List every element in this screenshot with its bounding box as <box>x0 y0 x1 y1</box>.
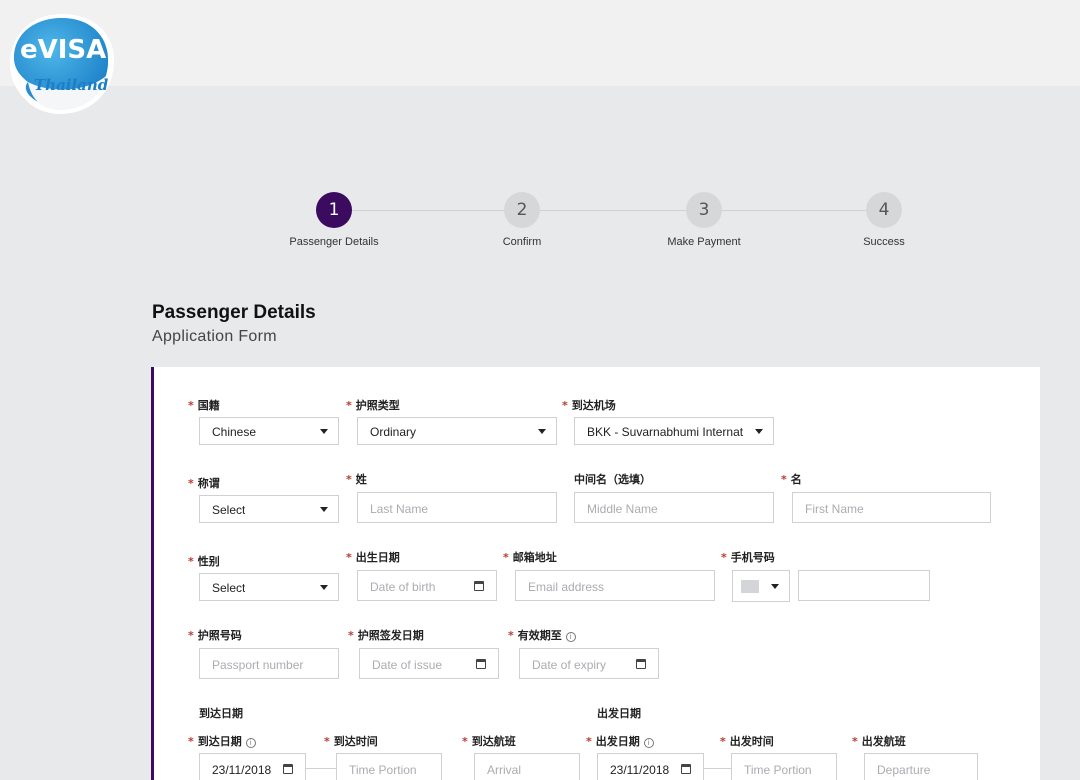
info-icon[interactable]: i <box>643 738 654 748</box>
gender-select[interactable]: Select <box>199 573 339 601</box>
info-icon[interactable]: i <box>245 738 256 748</box>
svg-text:Thailand: Thailand <box>34 76 109 94</box>
caret-down-icon <box>538 429 546 434</box>
step-label: Make Payment <box>667 236 741 248</box>
departure-date-label: * 出发日期 i <box>586 733 654 749</box>
email-placeholder: Email address <box>528 580 605 594</box>
step-label: Success <box>863 236 905 248</box>
dob-label: * 出生日期 <box>346 551 400 564</box>
step-number: 1 <box>316 192 352 228</box>
flag-icon <box>741 580 759 593</box>
caret-down-icon <box>320 507 328 512</box>
email-label: * 邮箱地址 <box>503 551 557 564</box>
passport-number-label: * 护照号码 <box>188 629 242 642</box>
arrival-time-placeholder: Time Portion <box>349 763 417 777</box>
calendar-icon[interactable] <box>681 764 691 774</box>
departure-time-placeholder: Time Portion <box>744 763 812 777</box>
caret-down-icon <box>320 429 328 434</box>
departure-flight-placeholder: Departure <box>877 763 931 777</box>
departure-date-value: 23/11/2018 <box>610 763 670 777</box>
expiry-date-placeholder: Date of expiry <box>532 658 607 672</box>
nationality-label: * 国籍 <box>188 399 220 412</box>
departure-date-input[interactable]: 23/11/2018 <box>597 753 704 780</box>
last-name-placeholder: Last Name <box>370 502 429 516</box>
last-name-input[interactable]: Last Name <box>357 492 557 523</box>
first-name-input[interactable]: First Name <box>792 492 991 523</box>
info-icon[interactable]: i <box>565 632 576 642</box>
country-code-select[interactable] <box>732 570 790 602</box>
middle-name-input[interactable]: Middle Name <box>574 492 774 523</box>
departure-time-label: * 出发时间 <box>720 735 774 748</box>
arrival-date-label: * 到达日期 i <box>188 733 256 749</box>
calendar-icon[interactable] <box>636 659 646 669</box>
first-name-placeholder: First Name <box>805 502 864 516</box>
issue-date-label: * 护照签发日期 <box>348 629 424 642</box>
step-label: Confirm <box>502 236 542 248</box>
svg-text:eVISA: eVISA <box>20 35 106 65</box>
step-success[interactable]: 4 Success <box>814 190 954 248</box>
progress-stepper: 1 Passenger Details 2 Confirm 3 Make Pay… <box>0 190 1080 260</box>
middle-name-label: 中间名（选填） <box>574 473 651 486</box>
passport-type-label: * 护照类型 <box>346 399 400 412</box>
phone-label: * 手机号码 <box>721 551 775 564</box>
dob-input[interactable]: Date of birth <box>357 570 497 601</box>
page-subtitle: Application Form <box>152 328 277 345</box>
step-number: 4 <box>866 192 902 228</box>
middle-name-placeholder: Middle Name <box>587 502 658 516</box>
first-name-label: * 名 <box>781 473 802 486</box>
issue-date-placeholder: Date of issue <box>372 658 443 672</box>
caret-down-icon <box>320 585 328 590</box>
evisa-thailand-logo[interactable]: eVISA Thailand <box>6 10 118 118</box>
step-make-payment[interactable]: 3 Make Payment <box>634 190 774 248</box>
departure-section-title: 出发日期 <box>597 707 641 720</box>
calendar-icon[interactable] <box>283 764 293 774</box>
arrival-airport-value: BKK - Suvarnabhumi Internat <box>587 425 744 439</box>
arrival-time-input[interactable]: Time Portion <box>336 753 442 780</box>
title-select[interactable]: Select <box>199 495 339 523</box>
arrival-airport-select[interactable]: BKK - Suvarnabhumi Internat <box>574 417 774 445</box>
arrival-flight-placeholder: Arrival <box>487 763 522 777</box>
arrival-airport-label: * 到达机场 <box>562 399 616 412</box>
expiry-date-label: * 有效期至 i <box>508 627 576 643</box>
passport-number-input[interactable]: Passport number <box>199 648 339 679</box>
email-input[interactable]: Email address <box>515 570 715 601</box>
gender-label: * 性别 <box>188 555 220 568</box>
step-label: Passenger Details <box>289 236 379 248</box>
step-passenger-details[interactable]: 1 Passenger Details <box>264 190 404 248</box>
step-confirm[interactable]: 2 Confirm <box>452 190 592 248</box>
arrival-date-value: 23/11/2018 <box>212 763 272 777</box>
last-name-label: * 姓 <box>346 473 367 486</box>
caret-down-icon <box>771 584 779 589</box>
arrival-date-input[interactable]: 23/11/2018 <box>199 753 306 780</box>
title-label: * 称谓 <box>188 477 220 490</box>
nationality-value: Chinese <box>212 425 257 439</box>
departure-flight-input[interactable]: Departure <box>864 753 978 780</box>
arrival-flight-input[interactable]: Arrival <box>474 753 580 780</box>
arrival-section-title: 到达日期 <box>199 707 243 720</box>
caret-down-icon <box>755 429 763 434</box>
calendar-icon[interactable] <box>474 581 484 591</box>
passport-type-select[interactable]: Ordinary <box>357 417 557 445</box>
arrival-time-label: * 到达时间 <box>324 735 378 748</box>
field-connector <box>306 768 336 769</box>
expiry-date-input[interactable]: Date of expiry <box>519 648 659 679</box>
gender-value: Select <box>212 581 246 595</box>
calendar-icon[interactable] <box>476 659 486 669</box>
passport-number-placeholder: Passport number <box>212 658 304 672</box>
title-value: Select <box>212 503 246 517</box>
departure-time-input[interactable]: Time Portion <box>731 753 837 780</box>
field-connector <box>704 768 731 769</box>
departure-flight-label: * 出发航班 <box>852 735 906 748</box>
issue-date-input[interactable]: Date of issue <box>359 648 499 679</box>
passport-type-value: Ordinary <box>370 425 417 439</box>
nationality-select[interactable]: Chinese <box>199 417 339 445</box>
page-title: Passenger Details <box>152 302 316 323</box>
arrival-flight-label: * 到达航班 <box>462 735 516 748</box>
phone-input[interactable] <box>798 570 930 601</box>
step-number: 3 <box>686 192 722 228</box>
step-number: 2 <box>504 192 540 228</box>
dob-placeholder: Date of birth <box>370 580 436 594</box>
top-header <box>0 0 1080 86</box>
